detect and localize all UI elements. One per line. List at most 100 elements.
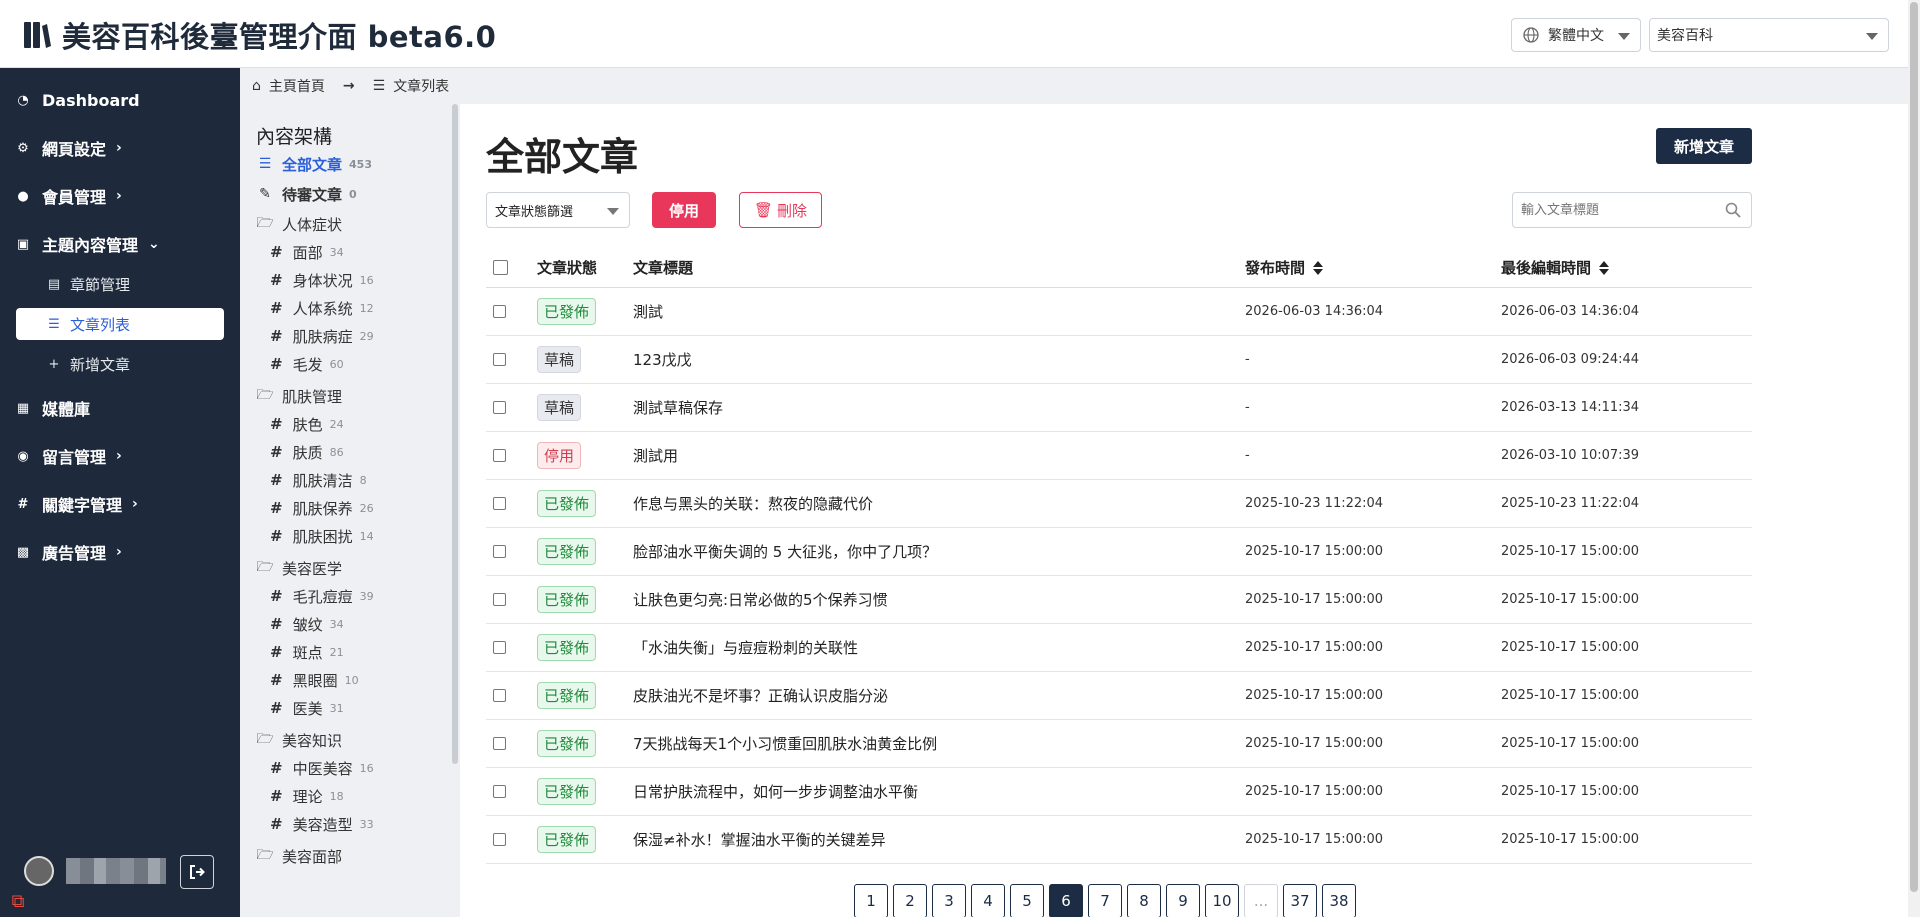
page-scrollbar[interactable] — [1908, 0, 1920, 917]
sidebar-item-members[interactable]: ● 會員管理 › — [0, 178, 240, 214]
tree-item[interactable]: # 美容造型 33 — [270, 812, 374, 836]
tree-group[interactable]: 🗁 肌肤管理 — [256, 384, 342, 408]
row-checkbox[interactable] — [493, 545, 506, 558]
table-row[interactable]: 草稿 測試草稿保存 - 2026-03-13 14:11:34 — [486, 384, 1752, 432]
article-title-link[interactable]: 測試用 — [633, 432, 678, 479]
sidebar-item-media[interactable]: ▦ 媒體庫 — [0, 390, 240, 426]
breadcrumb-home[interactable]: 主頁首頁 — [269, 76, 325, 96]
table-row[interactable]: 已發佈 脸部油水平衡失调的 5 大征兆，你中了几项？ 2025-10-17 15:0… — [486, 528, 1752, 576]
page-button[interactable]: 9 — [1166, 884, 1200, 917]
tree-item[interactable]: # 理论 18 — [270, 784, 344, 808]
page-button[interactable]: 6 — [1049, 884, 1083, 917]
article-title-link[interactable]: 測試 — [633, 288, 663, 335]
row-checkbox[interactable] — [493, 401, 506, 414]
search-input[interactable] — [1513, 193, 1703, 227]
article-title-link[interactable]: 測試草稿保存 — [633, 384, 723, 431]
tree-item[interactable]: # 身体状况 16 — [270, 268, 374, 292]
tree-item[interactable]: # 毛孔痘痘 39 — [270, 584, 374, 608]
tree-item[interactable]: # 肤色 24 — [270, 412, 344, 436]
disable-button[interactable]: 停用 — [652, 192, 716, 228]
sidebar-item-dashboard[interactable]: ◔ Dashboard — [0, 82, 240, 118]
site-select[interactable]: 美容百科 — [1649, 18, 1889, 52]
tree-item[interactable]: # 黑眼圈 10 — [270, 668, 359, 692]
sidebar-subitem-article-list[interactable]: ☰ 文章列表 — [16, 308, 224, 340]
article-title-link[interactable]: 日常护肤流程中，如何一步步调整油水平衡 — [633, 768, 918, 815]
sidebar-item-ads[interactable]: ▩ 廣告管理 › — [0, 534, 240, 570]
sidebar-item-comments[interactable]: ◉ 留言管理 › — [0, 438, 240, 474]
tree-group[interactable]: 🗁 美容知识 — [256, 728, 342, 752]
tree-item[interactable]: # 斑点 21 — [270, 640, 344, 664]
sidebar-subitem-new-article[interactable]: + 新增文章 — [16, 348, 224, 380]
table-row[interactable]: 已發佈 皮肤油光不是坏事？正确认识皮脂分泌 2025-10-17 15:00:00 2… — [486, 672, 1752, 720]
tree-group[interactable]: 🗁 人体症状 — [256, 212, 342, 236]
row-checkbox[interactable] — [493, 305, 506, 318]
table-row[interactable]: 已發佈 日常护肤流程中，如何一步步调整油水平衡 2025-10-17 15:00:0… — [486, 768, 1752, 816]
tree-item[interactable]: # 肌肤保养 26 — [270, 496, 374, 520]
user-profile[interactable] — [24, 856, 166, 886]
article-title-link[interactable]: 作息与黑头的关联：熬夜的隐藏代价 — [633, 480, 873, 527]
article-title-link[interactable]: 保湿≠补水！掌握油水平衡的关键差异 — [633, 816, 886, 863]
table-row[interactable]: 草稿 123戊戊 - 2026-06-03 09:24:44 — [486, 336, 1752, 384]
status-filter-select[interactable]: 文章狀態篩選 — [486, 192, 630, 228]
table-row[interactable]: 已發佈 作息与黑头的关联：熬夜的隐藏代价 2025-10-23 11:22:04 20… — [486, 480, 1752, 528]
tree-item-all-articles[interactable]: ☰ 全部文章 453 — [256, 152, 372, 176]
page-button[interactable]: 4 — [971, 884, 1005, 917]
page-button[interactable]: 3 — [932, 884, 966, 917]
table-row[interactable]: 已發佈 保湿≠补水！掌握油水平衡的关键差异 2025-10-17 15:00:00 2… — [486, 816, 1752, 864]
page-button[interactable]: 8 — [1127, 884, 1161, 917]
row-checkbox[interactable] — [493, 449, 506, 462]
sidebar-subitem-sections[interactable]: ▤ 章節管理 — [16, 268, 224, 300]
language-select[interactable]: 繁體中文 — [1511, 18, 1641, 52]
page-button[interactable]: 1 — [854, 884, 888, 917]
tree-item[interactable]: # 肌肤清洁 8 — [270, 468, 367, 492]
new-article-button[interactable]: 新增文章 — [1656, 128, 1752, 164]
column-published[interactable]: 發布時間 — [1245, 248, 1324, 287]
table-row[interactable]: 已發佈 「水油失衡」与痘痘粉刺的关联性 2025-10-17 15:00:00 202… — [486, 624, 1752, 672]
row-checkbox[interactable] — [493, 737, 506, 750]
tree-item[interactable]: # 肤质 86 — [270, 440, 344, 464]
tree-item[interactable]: # 医美 31 — [270, 696, 344, 720]
sidebar-item-content[interactable]: ▣ 主題內容管理 ⌄ — [0, 226, 240, 262]
tree-group[interactable]: 🗁 美容医学 — [256, 556, 342, 580]
table-row[interactable]: 已發佈 測試 2026-06-03 14:36:04 2026-06-03 14:36… — [486, 288, 1752, 336]
search-icon[interactable] — [1725, 202, 1741, 218]
scrollbar-thumb[interactable] — [1910, 2, 1918, 892]
tree-item[interactable]: # 肌肤病症 29 — [270, 324, 374, 348]
delete-button[interactable]: 🗑 刪除 — [739, 192, 822, 228]
row-checkbox[interactable] — [493, 497, 506, 510]
sort-icon[interactable] — [1313, 260, 1324, 275]
table-row[interactable]: 已發佈 7天挑战每天1个小习惯重回肌肤水油黄金比例 2025-10-17 15:00… — [486, 720, 1752, 768]
page-button[interactable]: 2 — [893, 884, 927, 917]
table-row[interactable]: 已發佈 让肤色更匀亮:日常必做的5个保养习惯 2025-10-17 15:00:00… — [486, 576, 1752, 624]
article-title-link[interactable]: 123戊戊 — [633, 336, 692, 383]
tree-item[interactable]: # 毛发 60 — [270, 352, 344, 376]
table-row[interactable]: 停用 測試用 - 2026-03-10 10:07:39 — [486, 432, 1752, 480]
avatar[interactable] — [24, 856, 54, 886]
sidebar-item-settings[interactable]: ⚙ 網頁設定 › — [0, 130, 240, 166]
tree-item[interactable]: # 人体系统 12 — [270, 296, 374, 320]
page-button[interactable]: 7 — [1088, 884, 1122, 917]
article-title-link[interactable]: 让肤色更匀亮:日常必做的5个保养习惯 — [633, 576, 888, 623]
row-checkbox[interactable] — [493, 641, 506, 654]
page-button[interactable]: 38 — [1322, 884, 1356, 917]
article-title-link[interactable]: 7天挑战每天1个小习惯重回肌肤水油黄金比例 — [633, 720, 937, 767]
logout-button[interactable] — [180, 855, 214, 889]
page-button[interactable]: 37 — [1283, 884, 1317, 917]
row-checkbox[interactable] — [493, 353, 506, 366]
tree-item[interactable]: # 皱纹 34 — [270, 612, 344, 636]
row-checkbox[interactable] — [493, 689, 506, 702]
article-title-link[interactable]: 脸部油水平衡失调的 5 大征兆，你中了几项？ — [633, 528, 937, 575]
tree-item[interactable]: # 面部 34 — [270, 240, 344, 264]
tree-group[interactable]: 🗁 美容面部 — [256, 844, 342, 868]
sort-icon[interactable] — [1599, 260, 1610, 275]
sidebar-item-keywords[interactable]: # 關鍵字管理 › — [0, 486, 240, 522]
brand[interactable]: 美容百科後臺管理介面 beta6.0 — [22, 14, 496, 56]
article-title-link[interactable]: 皮肤油光不是坏事？正确认识皮脂分泌 — [633, 672, 888, 719]
tree-item[interactable]: # 中医美容 16 — [270, 756, 374, 780]
tree-item[interactable]: # 肌肤困扰 14 — [270, 524, 374, 548]
page-button[interactable]: 5 — [1010, 884, 1044, 917]
article-title-link[interactable]: 「水油失衡」与痘痘粉刺的关联性 — [633, 624, 858, 671]
row-checkbox[interactable] — [493, 593, 506, 606]
tree-scrollbar[interactable] — [452, 104, 458, 764]
row-checkbox[interactable] — [493, 833, 506, 846]
